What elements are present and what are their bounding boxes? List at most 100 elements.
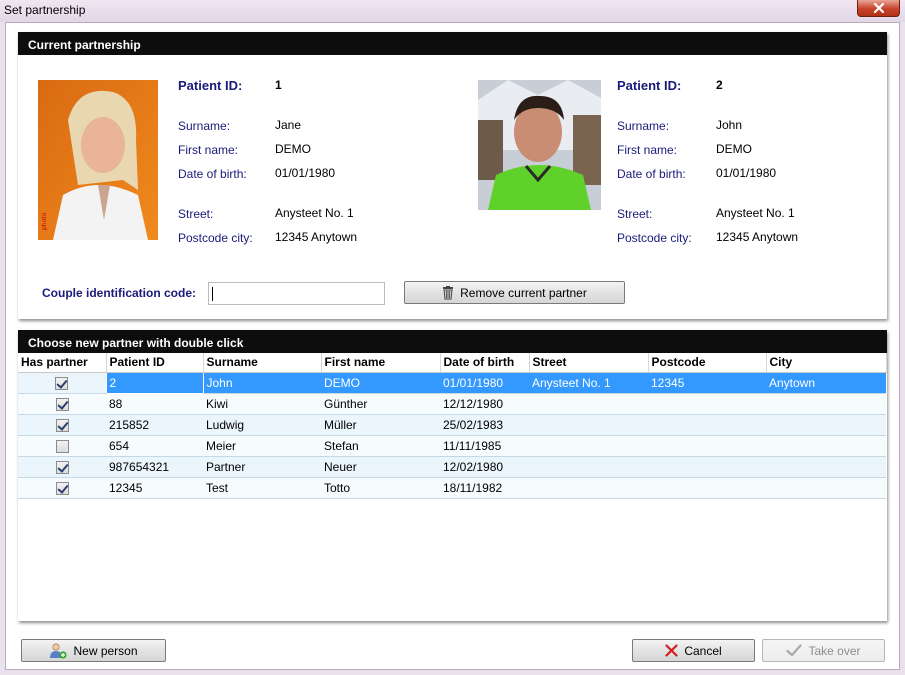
remove-partner-button[interactable]: Remove current partner <box>404 281 625 304</box>
city-cell <box>766 477 886 499</box>
partner-a-first-name-label: First name: <box>178 143 239 157</box>
has-partner-checkbox[interactable] <box>55 439 69 453</box>
first-name-cell: DEMO <box>321 372 440 394</box>
table-row[interactable]: 987654321 Partner Neuer 12/02/1980 <box>18 456 886 478</box>
has-partner-cell <box>18 372 106 394</box>
postcode-cell <box>648 414 766 436</box>
table-row[interactable]: 2 John DEMO 01/01/1980 Anysteet No. 1 12345 An… <box>18 371 886 394</box>
has-partner-cell <box>18 456 106 478</box>
partner-b-dob-value: 01/01/1980 <box>716 166 777 180</box>
partner-b-patient-id-value: 2 <box>716 78 723 92</box>
has-partner-checkbox[interactable] <box>55 418 69 432</box>
first-name-cell: Günther <box>321 393 440 415</box>
partner-a-first-name-value: DEMO <box>275 142 311 156</box>
take-over-button[interactable]: Take over <box>762 639 885 662</box>
city-cell <box>766 456 886 478</box>
street-cell <box>529 393 648 415</box>
col-first-name[interactable]: First name <box>321 353 441 373</box>
couple-code-input[interactable] <box>208 282 385 305</box>
table-row[interactable]: 12345 Test Totto 18/11/1982 <box>18 477 886 499</box>
partner-b-dob-label: Date of birth: <box>617 167 686 181</box>
date-of-birth-cell: 01/01/1980 <box>440 372 529 394</box>
street-cell <box>529 435 648 457</box>
partner-b-postcode-city-label: Postcode city: <box>617 231 692 245</box>
current-partnership-panel: Current partnership photo Patient ID: 1 … <box>18 32 887 319</box>
first-name-cell: Neuer <box>321 456 440 478</box>
postcode-cell <box>648 393 766 415</box>
col-city[interactable]: City <box>766 353 887 373</box>
city-cell <box>766 393 886 415</box>
remove-partner-label: Remove current partner <box>460 285 587 300</box>
partner-b-photo <box>478 80 601 210</box>
new-person-button[interactable]: New person <box>21 639 166 662</box>
choose-partner-header: Choose new partner with double click <box>18 330 887 353</box>
city-cell <box>766 435 886 457</box>
surname-cell: Meier <box>203 435 321 457</box>
has-partner-cell <box>18 414 106 436</box>
partner-b-first-name-value: DEMO <box>716 142 752 156</box>
has-partner-cell <box>18 477 106 499</box>
date-of-birth-cell: 11/11/1985 <box>440 435 529 457</box>
has-partner-checkbox[interactable] <box>55 376 69 390</box>
partner-b-street-value: Anysteet No. 1 <box>716 206 795 220</box>
patient-id-cell: 215852 <box>106 414 203 436</box>
partner-table: Has partner Patient ID Surname First nam… <box>18 353 887 499</box>
cancel-label: Cancel <box>684 643 722 658</box>
table-row[interactable]: 654 Meier Stefan 11/11/1985 <box>18 435 886 457</box>
postcode-cell <box>648 477 766 499</box>
surname-cell: Partner <box>203 456 321 478</box>
partner-a-surname-label: Surname: <box>178 119 231 133</box>
date-of-birth-cell: 12/02/1980 <box>440 456 529 478</box>
close-icon <box>873 3 884 13</box>
has-partner-checkbox[interactable] <box>55 460 69 474</box>
partner-a-patient-id-value: 1 <box>275 78 282 92</box>
partner-a-photo: photo <box>38 80 158 240</box>
window-title: Set partnership <box>4 3 86 17</box>
patient-id-cell: 88 <box>106 393 203 415</box>
col-street[interactable]: Street <box>529 353 649 373</box>
patient-id-cell: 2 <box>105 371 204 394</box>
partner-b-first-name-label: First name: <box>617 143 678 157</box>
patient-id-cell: 654 <box>106 435 203 457</box>
add-person-icon <box>50 642 68 659</box>
partner-b-postcode-city-value: 12345 Anytown <box>716 230 799 244</box>
partner-a-street-label: Street: <box>178 207 214 221</box>
partner-b-street-label: Street: <box>617 207 653 221</box>
partner-a-postcode-city-label: Postcode city: <box>178 231 253 245</box>
date-of-birth-cell: 18/11/1982 <box>440 477 529 499</box>
new-person-label: New person <box>73 643 138 658</box>
take-over-label: Take over <box>808 643 861 658</box>
date-of-birth-cell: 25/02/1983 <box>440 414 529 436</box>
postcode-cell <box>648 435 766 457</box>
col-surname[interactable]: Surname <box>203 353 322 373</box>
date-of-birth-cell: 12/12/1980 <box>440 393 529 415</box>
choose-partner-panel: Choose new partner with double click Has… <box>18 330 887 621</box>
patient-id-cell: 987654321 <box>106 456 203 478</box>
title-bar: Set partnership <box>0 0 905 22</box>
partner-a-dob-label: Date of birth: <box>178 167 247 181</box>
col-patient-id[interactable]: Patient ID <box>106 353 204 373</box>
partner-a-street-value: Anysteet No. 1 <box>275 206 354 220</box>
text-caret <box>212 287 213 301</box>
col-date-of-birth[interactable]: Date of birth <box>440 353 530 373</box>
first-name-cell: Stefan <box>321 435 440 457</box>
surname-cell: Test <box>203 477 321 499</box>
table-row[interactable]: 88 Kiwi Günther 12/12/1980 <box>18 393 886 415</box>
has-partner-checkbox[interactable] <box>55 397 69 411</box>
street-cell <box>529 477 648 499</box>
has-partner-cell <box>18 435 106 457</box>
partner-a-patient-id-label: Patient ID: <box>178 78 243 93</box>
col-has-partner[interactable]: Has partner <box>18 353 107 373</box>
cancel-button[interactable]: Cancel <box>632 639 755 662</box>
close-button[interactable] <box>857 0 900 17</box>
couple-code-label: Couple identification code: <box>42 286 197 300</box>
table-row[interactable]: 215852 Ludwig Müller 25/02/1983 <box>18 414 886 436</box>
has-partner-cell <box>18 393 106 415</box>
surname-cell: Kiwi <box>203 393 321 415</box>
partner-a-postcode-city-value: 12345 Anytown <box>275 230 358 244</box>
patient-id-cell: 12345 <box>106 477 203 499</box>
street-cell <box>529 456 648 478</box>
col-postcode[interactable]: Postcode <box>648 353 767 373</box>
has-partner-checkbox[interactable] <box>55 481 69 495</box>
partner-a-dob-value: 01/01/1980 <box>275 166 336 180</box>
